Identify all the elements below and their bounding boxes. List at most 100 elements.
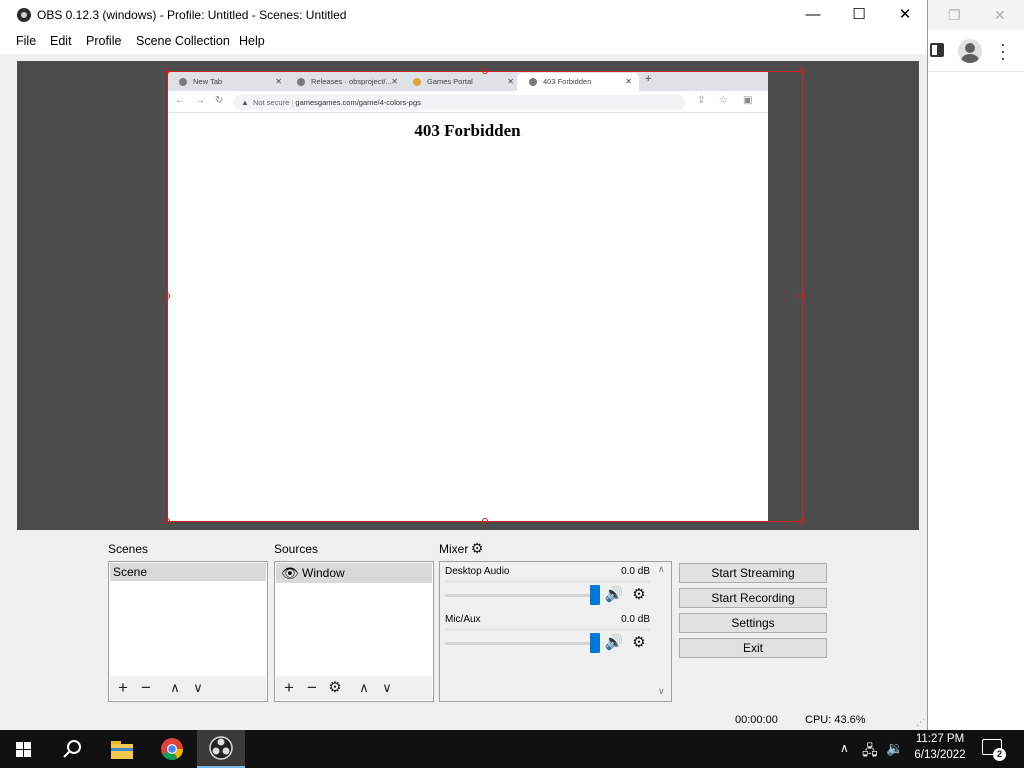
resize-handle-top-left[interactable] — [164, 68, 170, 74]
background-window-titlebar: ❐ ✕ — [928, 0, 1024, 30]
mic-aux-label: Mic/Aux — [445, 614, 481, 625]
source-item[interactable]: 👁 Window — [276, 563, 432, 583]
menubar: File Edit Profile Scene Collection Help — [0, 30, 927, 54]
maximize-button[interactable]: ☐ — [836, 0, 882, 30]
start-streaming-button[interactable]: Start Streaming — [679, 563, 827, 583]
background-close-icon[interactable]: ✕ — [994, 7, 1006, 24]
bookmark-star-icon: ☆ — [719, 95, 728, 106]
menu-edit[interactable]: Edit — [50, 34, 72, 48]
desktop-audio-speaker-icon[interactable]: 🔊 — [604, 585, 624, 605]
minimize-button[interactable]: — — [790, 0, 836, 30]
preview-canvas[interactable]: New Tab ✕ Releases · obsproject/... ✕ Ga… — [17, 61, 919, 530]
share-icon: ⇪ — [697, 95, 706, 106]
desktop-audio-volume-slider[interactable] — [445, 594, 600, 597]
move-scene-down-icon[interactable]: ∨ — [187, 676, 209, 700]
tab-close-icon: ✕ — [625, 77, 632, 86]
new-tab-icon: + — [645, 73, 652, 85]
not-secure-label: Not secure — [253, 98, 290, 107]
menu-help[interactable]: Help — [239, 34, 265, 48]
captured-tab-strip: New Tab ✕ Releases · obsproject/... ✕ Ga… — [167, 71, 768, 91]
captured-tab: New Tab ✕ — [167, 73, 289, 91]
mic-aux-volume-slider[interactable] — [445, 642, 600, 645]
scene-item[interactable]: Scene — [110, 563, 266, 581]
profile-avatar-icon[interactable] — [958, 39, 982, 63]
menu-file[interactable]: File — [16, 34, 36, 48]
forward-icon: → — [195, 95, 205, 106]
side-panel-icon: ▣ — [743, 95, 753, 106]
scroll-down-icon[interactable]: ∨ — [658, 686, 665, 697]
close-button[interactable]: ✕ — [882, 0, 928, 30]
page-heading: 403 Forbidden — [414, 121, 521, 140]
settings-button[interactable]: Settings — [679, 613, 827, 633]
captured-tab: Releases · obsproject/... ✕ — [285, 73, 405, 91]
scroll-up-icon[interactable]: ∧ — [658, 564, 665, 575]
resize-handle-left[interactable] — [164, 293, 170, 299]
menu-profile[interactable]: Profile — [86, 34, 121, 48]
sources-list[interactable]: 👁 Window + − ⚙ ∧ ∨ — [274, 561, 434, 702]
captured-toolbar: ← → ↻ ▲ Not secure | gamesgames.com/game… — [167, 91, 768, 113]
start-button[interactable] — [0, 730, 48, 768]
move-source-down-icon[interactable]: ∨ — [376, 676, 398, 700]
captured-tab-label: New Tab — [193, 77, 223, 86]
show-hidden-icons-chevron-icon[interactable]: ∧ — [840, 741, 849, 755]
clock-date[interactable]: 6/13/2022 — [905, 749, 975, 761]
visibility-eye-icon[interactable]: 👁 — [281, 563, 299, 583]
mic-aux-slider-thumb[interactable] — [590, 633, 600, 653]
warning-icon: ▲ — [241, 98, 249, 107]
file-explorer-button[interactable] — [98, 730, 146, 768]
captured-tab-label: Releases · obsproject/... — [311, 77, 392, 86]
captured-window-source[interactable]: New Tab ✕ Releases · obsproject/... ✕ Ga… — [167, 71, 768, 522]
clock-time[interactable]: 11:27 PM — [905, 733, 975, 745]
network-icon[interactable]: 🖧 — [862, 740, 878, 764]
tab-close-icon: ✕ — [507, 77, 514, 86]
desktop-audio-meter — [445, 580, 650, 583]
mixer-gear-icon[interactable]: ⚙ — [467, 538, 487, 558]
reload-icon: ↻ — [215, 95, 224, 106]
move-scene-up-icon[interactable]: ∧ — [164, 676, 186, 700]
mic-aux-speaker-icon[interactable]: 🔊 — [604, 633, 624, 653]
background-restore-icon[interactable]: ❐ — [948, 7, 961, 24]
remove-source-icon[interactable]: − — [301, 676, 323, 700]
side-panel-icon[interactable] — [930, 43, 944, 57]
mic-aux-meter — [445, 628, 650, 631]
obs-titlebar: OBS 0.12.3 (windows) - Profile: Untitled… — [0, 0, 927, 30]
recording-time: 00:00:00 — [735, 714, 778, 726]
window-title: OBS 0.12.3 (windows) - Profile: Untitled… — [37, 8, 347, 22]
resize-handle-top-right[interactable] — [799, 68, 805, 74]
mic-aux-db: 0.0 dB — [621, 614, 650, 625]
source-properties-gear-icon[interactable]: ⚙ — [324, 676, 346, 700]
notification-count-badge: 2 — [993, 748, 1006, 761]
resize-handle-bottom-left[interactable] — [164, 518, 170, 524]
resize-handle-bottom[interactable] — [482, 518, 488, 524]
add-scene-icon[interactable]: + — [112, 676, 134, 700]
resize-grip-icon[interactable]: ⋰ — [916, 717, 925, 728]
mixer-panel: Desktop Audio 0.0 dB 🔊 ⚙ Mic/Aux 0.0 dB … — [439, 561, 672, 702]
obs-taskbar-button[interactable] — [197, 730, 245, 768]
move-source-up-icon[interactable]: ∧ — [353, 676, 375, 700]
volume-icon[interactable]: 🔉 — [886, 740, 903, 757]
desktop-audio-slider-thumb[interactable] — [590, 585, 600, 605]
resize-handle-right[interactable] — [799, 293, 805, 299]
background-chrome-toolbar: · · · — [928, 30, 1024, 72]
scenes-list[interactable]: Scene + − ∧ ∨ — [108, 561, 268, 702]
obs-logo-icon — [17, 8, 31, 22]
kebab-menu-icon[interactable]: · · · — [1000, 35, 1006, 67]
mic-aux-gear-icon[interactable]: ⚙ — [629, 633, 649, 653]
captured-address-bar: ▲ Not secure | gamesgames.com/game/4-col… — [233, 95, 685, 110]
desktop-audio-db: 0.0 dB — [621, 566, 650, 577]
mixer-label: Mixer — [439, 542, 469, 556]
exit-button[interactable]: Exit — [679, 638, 827, 658]
menu-scene-collection[interactable]: Scene Collection — [136, 34, 230, 48]
desktop-audio-gear-icon[interactable]: ⚙ — [629, 585, 649, 605]
search-button[interactable] — [48, 730, 96, 768]
start-recording-button[interactable]: Start Recording — [679, 588, 827, 608]
obs-icon — [209, 736, 233, 760]
resize-handle-top[interactable] — [482, 68, 488, 74]
url-text: gamesgames.com/game/4-colors-pgs — [295, 98, 421, 107]
add-source-icon[interactable]: + — [278, 676, 300, 700]
resize-handle-bottom-right[interactable] — [799, 518, 805, 524]
remove-scene-icon[interactable]: − — [135, 676, 157, 700]
search-icon — [63, 740, 81, 758]
desktop-audio-label: Desktop Audio — [445, 566, 510, 577]
chrome-button[interactable] — [148, 730, 196, 768]
